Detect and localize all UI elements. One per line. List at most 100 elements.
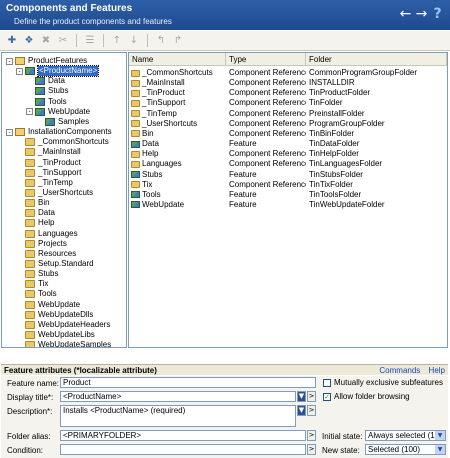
- tree-node[interactable]: WebUpdateHeaders: [16, 320, 110, 330]
- tree-node[interactable]: Projects: [16, 239, 67, 249]
- tree-node[interactable]: _TinSupport: [16, 168, 81, 178]
- list-row[interactable]: _UserShortcuts Component Reference Program…: [129, 119, 446, 129]
- condition-builder-button[interactable]: >: [307, 444, 316, 455]
- initial-state-select[interactable]: Always selected (1) ▼: [365, 430, 446, 441]
- properties-icon[interactable]: ☰: [83, 34, 97, 48]
- tree-node[interactable]: Stubs: [16, 269, 58, 279]
- tree-node[interactable]: Data: [16, 208, 55, 218]
- checkbox-box[interactable]: ✓: [323, 392, 331, 401]
- column-header-folder[interactable]: Folder: [306, 53, 447, 65]
- tree-node[interactable]: Languages: [16, 229, 78, 239]
- description-field[interactable]: Installs <ProductName> (required): [60, 405, 296, 427]
- tree-node[interactable]: - InstallationComponents: [6, 127, 112, 137]
- move-right-icon[interactable]: ↱: [171, 34, 185, 48]
- tree-node[interactable]: _UserShortcuts: [16, 188, 93, 198]
- condition-field[interactable]: [60, 444, 306, 455]
- tree-node[interactable]: Bin: [16, 198, 50, 208]
- tree-node[interactable]: _MainInstall: [16, 147, 81, 157]
- list-row[interactable]: Help Component Reference TinHelpFolder: [129, 149, 446, 159]
- display-title-label: Display title*:: [7, 393, 54, 402]
- column-header-type[interactable]: Type: [226, 53, 306, 65]
- column-header-name[interactable]: Name: [129, 53, 226, 65]
- list-row[interactable]: Bin Component Reference TinBinFolder: [129, 129, 446, 139]
- tree-node[interactable]: Samples: [36, 117, 89, 127]
- collapse-toggle-icon[interactable]: -: [26, 108, 33, 116]
- tree-node[interactable]: _TinProduct: [16, 158, 81, 168]
- move-left-icon[interactable]: ↰: [154, 34, 168, 48]
- new-component-icon[interactable]: ❖: [22, 34, 36, 48]
- folder-alias-browse-button[interactable]: >: [307, 430, 316, 441]
- tree-node[interactable]: WebUpdateDlls: [16, 310, 93, 320]
- component-icon: [25, 178, 35, 187]
- list-row[interactable]: Stubs Feature TinStubsFolder: [129, 170, 446, 180]
- list-cell-name: _TinSupport: [142, 98, 186, 108]
- tree-node[interactable]: WebUpdateSamples: [16, 340, 111, 347]
- list-row[interactable]: Tix Component Reference TinTixFolder: [129, 180, 446, 190]
- list-row[interactable]: _CommonShortcuts Component Reference Commo…: [129, 68, 446, 78]
- chevron-down-icon[interactable]: ▼: [435, 445, 445, 454]
- list-row[interactable]: Data Feature TinDataFolder: [129, 139, 446, 149]
- tree-node[interactable]: Tools: [16, 289, 57, 299]
- tree-node[interactable]: Stubs: [26, 86, 68, 96]
- component-list[interactable]: Name Type Folder _CommonShortcuts Compone…: [128, 52, 448, 348]
- allow-folder-browsing-checkbox[interactable]: ✓ Allow folder browsing: [323, 392, 410, 401]
- feature-icon: [45, 117, 55, 126]
- description-dropdown-button[interactable]: ▼: [297, 405, 306, 416]
- tree-node[interactable]: WebUpdateLibs: [16, 330, 95, 340]
- list-row[interactable]: _TinProduct Component Reference TinProduct…: [129, 88, 446, 98]
- list-row[interactable]: _TinTemp Component Reference PreinstallFol…: [129, 109, 446, 119]
- help-icon[interactable]: ?: [431, 6, 444, 22]
- help-link[interactable]: Help: [429, 366, 445, 375]
- display-title-dropdown-button[interactable]: ▼: [297, 391, 306, 402]
- component-icon: [131, 150, 140, 158]
- collapse-toggle-icon[interactable]: -: [6, 57, 13, 65]
- component-icon: [25, 341, 35, 347]
- tree-node[interactable]: - WebUpdate: [26, 107, 90, 117]
- collapse-toggle-icon[interactable]: -: [16, 67, 23, 75]
- feature-tree[interactable]: - ProductFeatures - <ProductName> Data Stubs T…: [1, 52, 127, 348]
- component-icon: [131, 160, 140, 168]
- tree-node[interactable]: Tools: [26, 97, 67, 107]
- feature-name-field[interactable]: Product: [60, 377, 316, 388]
- allow-folder-browsing-label: Allow folder browsing: [334, 392, 410, 401]
- forward-arrow-icon[interactable]: →: [415, 6, 428, 22]
- tree-node[interactable]: Help: [16, 218, 54, 228]
- tree-node[interactable]: Resources: [16, 249, 76, 259]
- move-down-icon[interactable]: ↓: [127, 34, 141, 48]
- display-title-edit-button[interactable]: >: [307, 391, 316, 402]
- checkbox-box[interactable]: [323, 378, 331, 387]
- feature-icon: [35, 77, 45, 86]
- collapse-toggle-icon[interactable]: -: [6, 128, 13, 136]
- tree-node[interactable]: WebUpdate: [16, 300, 80, 310]
- new-feature-icon[interactable]: ✚: [5, 34, 19, 48]
- list-row[interactable]: WebUpdate Feature TinWebUpdateFolder: [129, 200, 446, 210]
- list-cell-type: Feature: [229, 169, 257, 179]
- new-state-select[interactable]: Selected (100) ▼: [365, 444, 446, 455]
- tree-node[interactable]: - ProductFeatures: [6, 56, 87, 66]
- back-arrow-icon[interactable]: ←: [399, 6, 412, 22]
- display-title-field[interactable]: <ProductName>: [60, 391, 296, 402]
- folder-alias-field[interactable]: <PRIMARYFOLDER>: [60, 430, 306, 441]
- list-cell-name: Help: [142, 149, 159, 159]
- tree-node[interactable]: Tix: [16, 279, 48, 289]
- chevron-down-icon[interactable]: ▼: [435, 431, 445, 440]
- commands-link[interactable]: Commands: [379, 366, 420, 375]
- list-row[interactable]: _TinSupport Component Reference TinFolder: [129, 98, 446, 108]
- tree-node-label: Projects: [38, 238, 67, 248]
- delete-icon[interactable]: ✖: [39, 34, 53, 48]
- list-row[interactable]: _MainInstall Component Reference INSTALLDI…: [129, 78, 446, 88]
- feature-icon: [131, 201, 140, 209]
- tree-node[interactable]: _TinTemp: [16, 178, 73, 188]
- feature-icon: [35, 97, 45, 106]
- description-edit-button[interactable]: >: [307, 405, 316, 416]
- tree-node[interactable]: - <ProductName>: [16, 65, 100, 78]
- tree-node[interactable]: Data: [26, 76, 65, 86]
- list-row[interactable]: Tools Feature TinToolsFolder: [129, 190, 446, 200]
- mutually-exclusive-checkbox[interactable]: Mutually exclusive subfeatures: [323, 378, 443, 387]
- move-up-icon[interactable]: ↑: [110, 34, 124, 48]
- tree-node[interactable]: _CommonShortcuts: [16, 137, 109, 147]
- list-row[interactable]: Languages Component Reference TinLanguages…: [129, 159, 446, 169]
- feature-icon: [131, 140, 140, 148]
- tree-node[interactable]: Setup.Standard: [16, 259, 94, 269]
- cut-icon[interactable]: ✂: [56, 34, 70, 48]
